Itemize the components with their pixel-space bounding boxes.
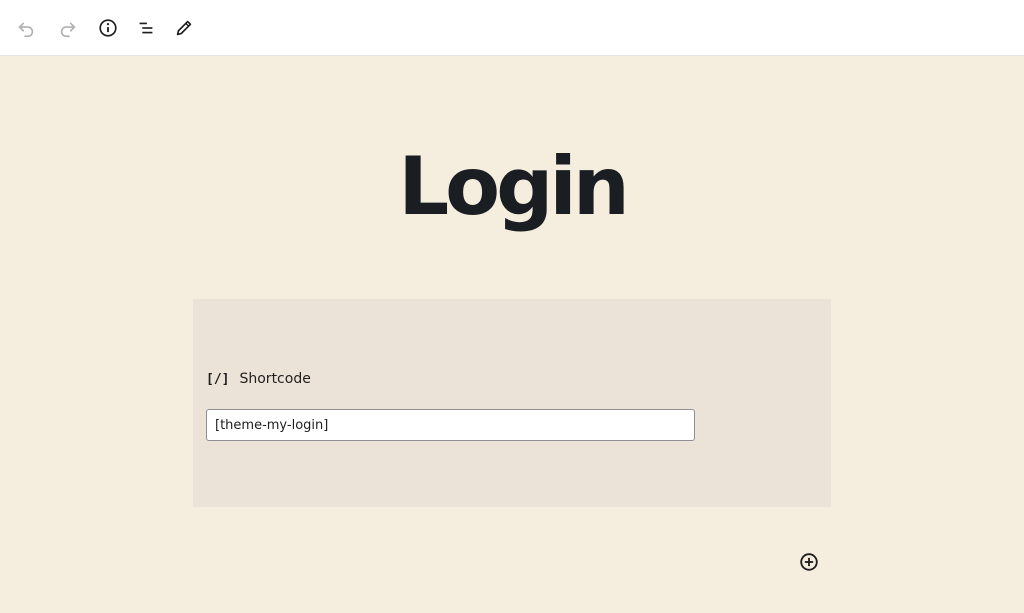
editor-canvas: Login [/] Shortcode: [0, 57, 1024, 613]
tools-button[interactable]: [170, 14, 198, 42]
shortcode-input[interactable]: [206, 409, 695, 441]
redo-icon: [60, 22, 76, 38]
list-view-button[interactable]: [132, 14, 160, 42]
undo-icon: [18, 22, 34, 38]
shortcode-icon: [/]: [206, 371, 230, 387]
editor-toolbar: [0, 0, 1024, 56]
page-title[interactable]: Login: [0, 139, 1024, 235]
redo-button[interactable]: [54, 14, 82, 42]
shortcode-block-label: [/] Shortcode: [206, 371, 311, 387]
shortcode-label-text: Shortcode: [239, 371, 311, 387]
plus-circle-icon: [800, 553, 818, 571]
info-icon: [99, 19, 117, 37]
details-button[interactable]: [94, 14, 122, 42]
pencil-icon: [176, 20, 192, 36]
shortcode-block[interactable]: [/] Shortcode: [193, 299, 831, 507]
undo-button[interactable]: [12, 14, 40, 42]
add-block-button[interactable]: [797, 550, 821, 574]
list-view-icon: [139, 22, 153, 34]
